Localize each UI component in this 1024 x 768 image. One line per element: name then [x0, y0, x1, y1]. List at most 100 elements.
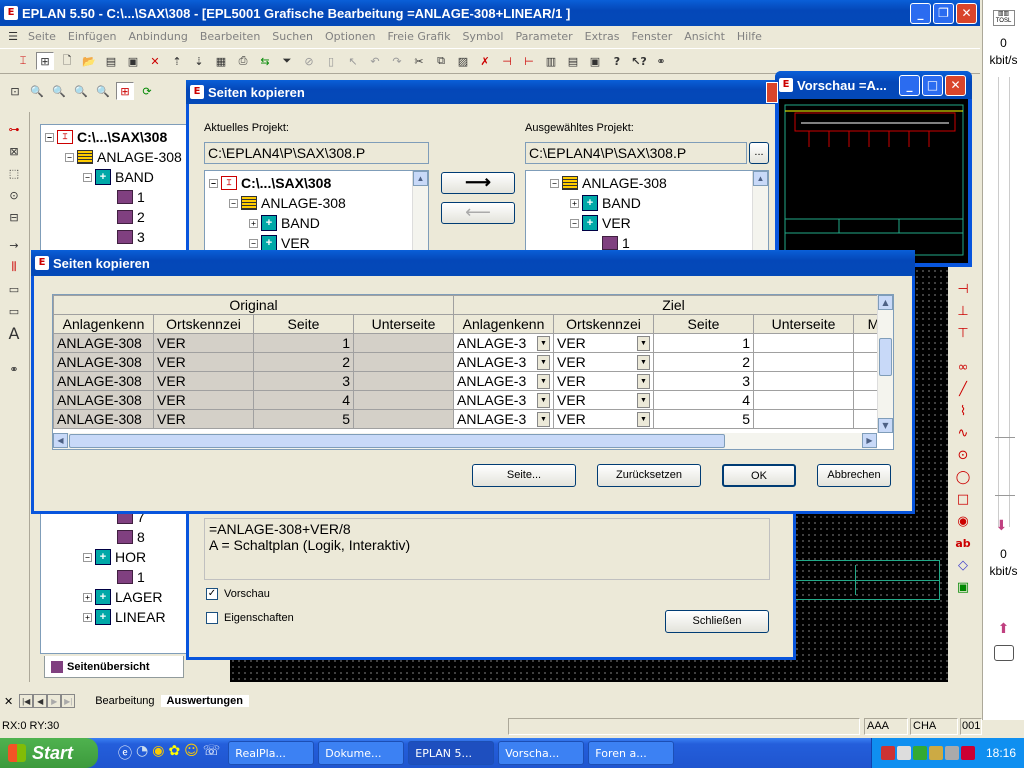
tool-diag-icon[interactable]: ╱ — [954, 380, 972, 398]
scroll-up-icon[interactable]: ▲ — [753, 171, 768, 186]
next-tab-icon[interactable]: ▶ — [47, 694, 62, 708]
collapse-icon[interactable]: − — [570, 218, 579, 228]
tree-node-band[interactable]: − + BAND — [83, 167, 154, 187]
meter-settings-icon[interactable] — [993, 645, 1014, 661]
help-icon[interactable]: ? — [608, 52, 626, 70]
menu-seite[interactable]: Seite — [22, 30, 62, 43]
tray-network-icon[interactable] — [880, 746, 895, 760]
tool-connect-icon[interactable]: ∞ — [954, 358, 972, 376]
zoom-out-icon[interactable]: 🔍 — [72, 82, 90, 100]
collapse-icon[interactable]: − — [249, 238, 258, 248]
menu-symbol[interactable]: Symbol — [456, 30, 509, 43]
preview-minimize-button[interactable]: _ — [899, 75, 920, 96]
properties-checkbox[interactable] — [206, 612, 218, 624]
last-tab-icon[interactable]: ▶| — [61, 694, 76, 708]
target-unter-cell[interactable] — [753, 352, 854, 372]
tree-node-page-1[interactable]: 1 — [117, 187, 145, 207]
target-anlage-select[interactable]: ANLAGE-3 ▼ — [453, 371, 554, 391]
filter-icon[interactable]: ⏷ — [278, 52, 296, 70]
menu-bearbeiten[interactable]: Bearbeiten — [194, 30, 266, 43]
grid-horizontal-scrollbar[interactable]: ◀ ▶ — [53, 433, 877, 449]
ql-chat-icon[interactable]: ☏ — [203, 743, 221, 763]
tool-zigzag-icon[interactable]: ∿ — [954, 424, 972, 442]
expand-icon[interactable]: + — [83, 592, 92, 602]
dropdown-arrow-icon[interactable]: ▼ — [637, 373, 650, 389]
save-icon[interactable]: ▣ — [124, 52, 142, 70]
refresh-icon[interactable]: ⟳ — [138, 82, 156, 100]
tool-line-b-icon[interactable]: ⊥ — [954, 302, 972, 320]
target-anlage-select[interactable]: ANLAGE-3 ▼ — [453, 390, 554, 410]
col-unter-ziel[interactable]: Unterseite — [753, 314, 854, 334]
collapse-icon[interactable]: − — [83, 552, 92, 562]
tree-node-anlage[interactable]: − ANLAGE-308 — [65, 147, 182, 167]
scroll-left-icon[interactable]: ◀ — [53, 433, 68, 448]
tool-symbol-icon[interactable]: ⊠ — [5, 142, 23, 160]
task-realplayer[interactable]: RealPla... — [228, 741, 315, 765]
print-icon[interactable]: ⎙ — [234, 52, 252, 70]
tree-node-page-2[interactable]: 2 — [117, 207, 145, 227]
paste-icon[interactable]: ▨ — [454, 52, 472, 70]
target-anlage-select[interactable]: ANLAGE-3 ▼ — [453, 409, 554, 429]
minimize-button[interactable]: _ — [910, 3, 931, 24]
properties-checkbox-row[interactable]: Eigenschaften — [206, 612, 294, 624]
hscroll-thumb[interactable] — [69, 434, 725, 448]
tool-arrow-icon[interactable]: → — [5, 236, 23, 254]
window-c-icon[interactable]: ▣ — [586, 52, 604, 70]
tool-line-a-icon[interactable]: ⊣ — [954, 280, 972, 298]
target-seite-cell[interactable]: 1 — [653, 333, 754, 353]
dropdown-arrow-icon[interactable]: ▼ — [637, 411, 650, 427]
tray-tosl-icon[interactable] — [960, 746, 975, 760]
doc-icon[interactable]: ▯ — [322, 52, 340, 70]
expand-icon[interactable]: + — [249, 218, 258, 228]
tool-text-ab-icon[interactable]: ab — [954, 534, 972, 552]
dst-node-band[interactable]: + + BAND — [570, 193, 641, 213]
scroll-thumb[interactable] — [879, 338, 892, 376]
collapse-icon[interactable]: − — [229, 198, 238, 208]
zoom-in-icon[interactable]: 🔍 — [28, 82, 46, 100]
binoculars-icon[interactable]: ⚭ — [652, 52, 670, 70]
window-a-icon[interactable]: ▥ — [542, 52, 560, 70]
erase-icon[interactable]: ✗ — [476, 52, 494, 70]
target-seite-cell[interactable]: 4 — [653, 390, 754, 410]
window-b-icon[interactable]: ▤ — [564, 52, 582, 70]
menu-einfuegen[interactable]: Einfügen — [62, 30, 123, 43]
menu-hilfe[interactable]: Hilfe — [731, 30, 768, 43]
preview-checkbox-row[interactable]: ✓ Vorschau — [206, 588, 270, 600]
scroll-up-icon[interactable]: ▲ — [413, 171, 428, 186]
ql-smiley-icon[interactable]: ☺ — [184, 743, 199, 763]
task-dokumente[interactable]: Dokume... — [318, 741, 405, 765]
target-ort-select[interactable]: VER ▼ — [553, 333, 654, 353]
menu-extras[interactable]: Extras — [579, 30, 626, 43]
cut-icon[interactable]: ✂ — [410, 52, 428, 70]
menu-fenster[interactable]: Fenster — [625, 30, 678, 43]
cancel-button[interactable]: Abbrechen — [817, 464, 891, 487]
collapse-icon[interactable]: − — [65, 152, 74, 162]
tool-circle-icon[interactable]: ⊙ — [954, 446, 972, 464]
tree-icon[interactable]: ⊞ — [36, 52, 54, 70]
tree-node-hor[interactable]: − + HOR — [83, 547, 146, 567]
ql-browser-icon[interactable]: ◔ — [136, 743, 148, 763]
ql-ie-icon[interactable]: ⓔ — [118, 743, 132, 763]
collapse-icon[interactable]: − — [209, 178, 218, 188]
dst-node-anlage[interactable]: − ANLAGE-308 — [550, 173, 667, 193]
dst-node-ver[interactable]: − + VER — [570, 213, 631, 233]
expand-icon[interactable]: + — [570, 198, 579, 208]
tab-auswertungen[interactable]: Auswertungen — [160, 695, 249, 707]
tree-node-page-8[interactable]: 8 — [117, 527, 145, 547]
insert-icon[interactable]: ⊣ — [498, 52, 516, 70]
target-seite-cell[interactable]: 2 — [653, 352, 754, 372]
app-menu-icon[interactable]: ☰ — [4, 27, 22, 45]
tool-circle2-icon[interactable]: ◯ — [954, 468, 972, 486]
collapse-icon[interactable]: − — [45, 132, 54, 142]
restore-button[interactable]: ❐ — [933, 3, 954, 24]
destination-tree-scrollbar[interactable]: ▲ — [752, 171, 768, 259]
copy-left-button[interactable]: ⟵ — [441, 202, 515, 224]
menu-ansicht[interactable]: Ansicht — [678, 30, 731, 43]
target-ort-select[interactable]: VER ▼ — [553, 409, 654, 429]
menu-freie-grafik[interactable]: Freie Grafik — [381, 30, 456, 43]
tree-node-linear[interactable]: + + LINEAR — [83, 607, 166, 627]
close-button[interactable]: ✕ — [956, 3, 977, 24]
col-anlagen-ziel[interactable]: Anlagenkenn — [453, 314, 554, 334]
redo-icon[interactable]: ↷ — [388, 52, 406, 70]
tab-close-icon[interactable]: ✕ — [4, 695, 13, 708]
